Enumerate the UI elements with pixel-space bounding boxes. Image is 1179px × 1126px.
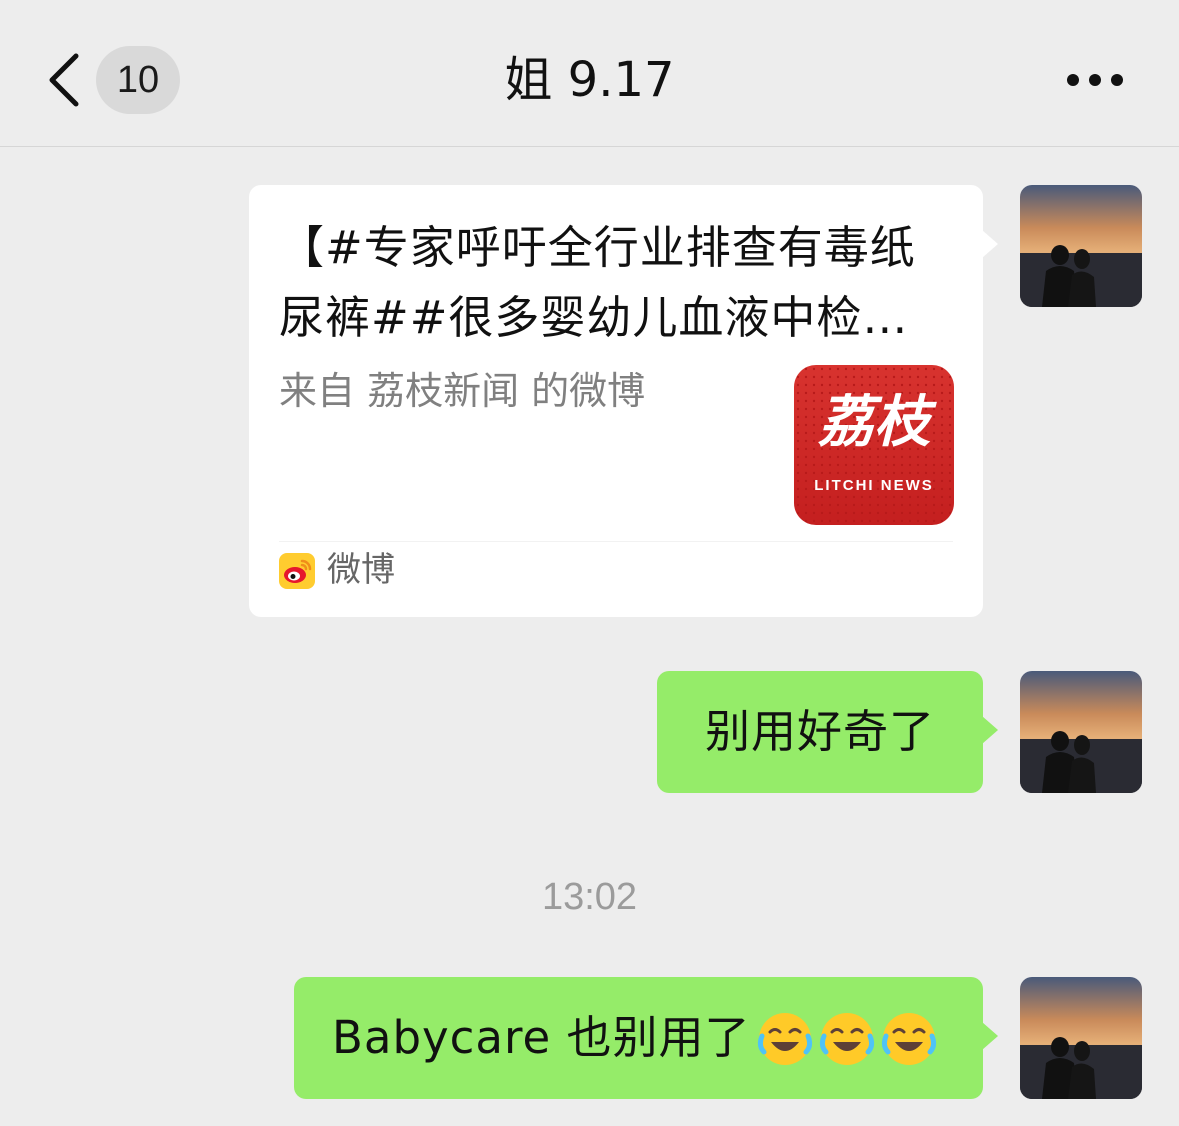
- chat-header: 10 姐 9.17: [0, 0, 1179, 147]
- message-bubble[interactable]: Babycare 也别用了: [294, 977, 983, 1099]
- message-bubble[interactable]: 别用好奇了: [657, 671, 983, 793]
- bubble-tail: [982, 716, 998, 744]
- avatar[interactable]: [1020, 977, 1142, 1099]
- avatar-sunset-image: [1020, 977, 1142, 1099]
- more-dots-icon: [1067, 74, 1123, 86]
- face-with-tears-of-joy-icon: [882, 1013, 937, 1065]
- card-source: 来自 荔枝新闻 的微博: [279, 369, 646, 413]
- chat-title: 姐 9.17: [504, 52, 675, 108]
- message-timestamp: 13:02: [541, 876, 638, 918]
- face-with-tears-of-joy-icon: [820, 1013, 875, 1065]
- weibo-app-label: 微博: [327, 550, 395, 590]
- bubble-tail: [982, 1022, 998, 1050]
- thumb-cn-logo: 荔枝: [818, 389, 930, 455]
- emoji-group: [756, 980, 942, 1102]
- avatar[interactable]: [1020, 671, 1142, 793]
- card-title: 【#专家呼吁全行业排查有毒纸尿裤##很多婴幼儿血液中检…: [279, 221, 916, 344]
- litchi-news-thumbnail: 荔枝 LITCHI NEWS: [794, 365, 954, 525]
- avatar-sunset-image: [1020, 185, 1142, 307]
- more-button[interactable]: [1060, 60, 1130, 100]
- message-text: 别用好奇了: [704, 705, 935, 758]
- card-divider: [279, 541, 953, 542]
- bubble-tail: [982, 230, 998, 258]
- avatar[interactable]: [1020, 185, 1142, 307]
- face-with-tears-of-joy-icon: [758, 1013, 813, 1065]
- message-text: Babycare 也别用了: [332, 1011, 751, 1064]
- avatar-sunset-image: [1020, 671, 1142, 793]
- weibo-link-card[interactable]: 【#专家呼吁全行业排查有毒纸尿裤##很多婴幼儿血液中检… 来自 荔枝新闻 的微博…: [249, 185, 983, 617]
- weibo-icon: [279, 553, 315, 589]
- thumb-en-logo: LITCHI NEWS: [814, 477, 934, 494]
